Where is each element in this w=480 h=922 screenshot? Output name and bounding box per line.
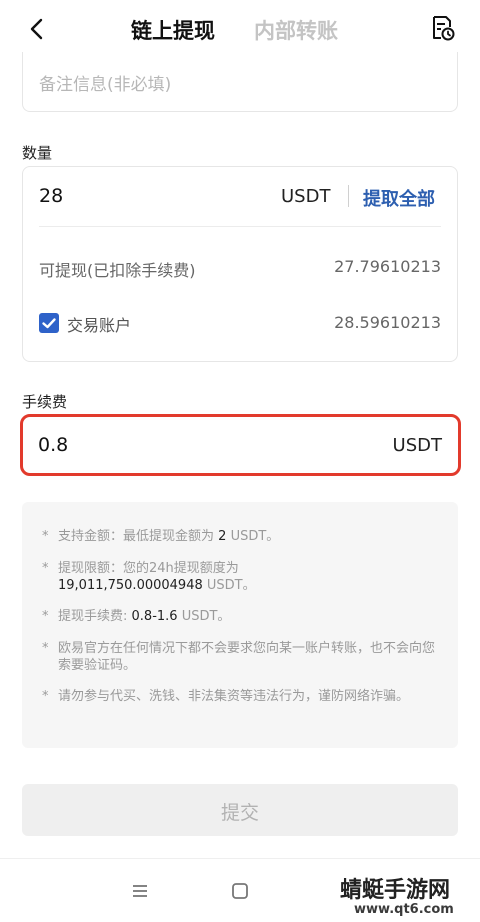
- account-label: 交易账户: [67, 316, 132, 335]
- menu-icon[interactable]: [131, 883, 149, 903]
- fee-unit: USDT: [392, 435, 442, 456]
- watermark-url: www.qt6.com: [354, 902, 454, 917]
- notice-limit-unit: USDT。: [206, 578, 256, 593]
- site-watermark: 蜻蜓手游网 www.qt6.com: [322, 868, 480, 922]
- amount-label: 数量: [22, 144, 53, 162]
- fee-value: 0.8: [38, 434, 69, 456]
- available-value: 27.79610213: [334, 257, 441, 276]
- notice-fee-unit: USDT。: [181, 609, 231, 624]
- bullet-star: *: [42, 641, 49, 656]
- bullet-star: *: [42, 609, 49, 624]
- notice-item: * 支持金额：最低提现金额为 2 USDT。: [42, 528, 442, 545]
- notice-min-text: 支持金额：最低提现金额为: [58, 529, 215, 544]
- notice-fee-range: 0.8-1.6: [131, 609, 178, 624]
- notice-box: * 支持金额：最低提现金额为 2 USDT。 * 提现限额：您的24h提现额度为…: [22, 502, 458, 748]
- notice-min-amount: 2: [218, 529, 227, 544]
- card-divider: [39, 226, 441, 227]
- notice-item: * 提现手续费: 0.8-1.6 USDT。: [42, 608, 442, 625]
- history-record-icon[interactable]: [428, 14, 456, 42]
- notice-fraud-text: 请勿参与代买、洗钱、非法集资等违法行为，谨防网络诈骗。: [58, 689, 410, 704]
- notice-item: * 提现限额：您的24h提现额度为 19,011,750.00004948 USD…: [42, 560, 442, 594]
- submit-label: 提交: [220, 802, 259, 824]
- bullet-star: *: [42, 689, 49, 704]
- memo-placeholder: 备注信息(非必填): [39, 75, 172, 95]
- notice-limit-text: 提现限额：您的24h提现额度为: [58, 561, 239, 576]
- amount-unit: USDT: [281, 186, 331, 207]
- check-icon: [42, 318, 56, 329]
- account-value: 28.59610213: [334, 313, 441, 332]
- notice-security-text: 欧易官方在任何情况下都不会要求您向某一账户转账，也不会向您索要验证码。: [58, 641, 436, 673]
- account-checkbox[interactable]: [39, 313, 59, 333]
- tab-internal-transfer[interactable]: 内部转账: [254, 15, 338, 45]
- notice-min-unit: USDT。: [230, 529, 280, 544]
- bullet-star: *: [42, 561, 49, 576]
- fee-field[interactable]: 0.8 USDT: [20, 414, 461, 476]
- amount-separator: [348, 185, 349, 207]
- amount-input[interactable]: 28: [39, 185, 63, 207]
- bullet-star: *: [42, 529, 49, 544]
- top-bar: 链上提现 内部转账: [0, 0, 480, 58]
- notice-limit-amount: 19,011,750.00004948: [58, 578, 203, 593]
- fee-label: 手续费: [22, 393, 68, 411]
- amount-card: 28 USDT 提取全部 可提现(已扣除手续费) 27.79610213 交易账…: [22, 166, 458, 362]
- available-label: 可提现(已扣除手续费): [39, 261, 196, 280]
- home-icon[interactable]: [231, 882, 249, 904]
- notice-fee-text: 提现手续费:: [58, 609, 128, 624]
- memo-field[interactable]: 备注信息(非必填): [22, 52, 458, 112]
- watermark-title: 蜻蜓手游网: [340, 878, 451, 903]
- tab-onchain-withdraw[interactable]: 链上提现: [131, 15, 215, 45]
- withdraw-all-button[interactable]: 提取全部: [363, 185, 435, 211]
- back-arrow-icon[interactable]: [24, 16, 50, 42]
- submit-button[interactable]: 提交: [22, 784, 458, 836]
- notice-item: * 请勿参与代买、洗钱、非法集资等违法行为，谨防网络诈骗。: [42, 688, 442, 705]
- notice-item: * 欧易官方在任何情况下都不会要求您向某一账户转账，也不会向您索要验证码。: [42, 640, 442, 674]
